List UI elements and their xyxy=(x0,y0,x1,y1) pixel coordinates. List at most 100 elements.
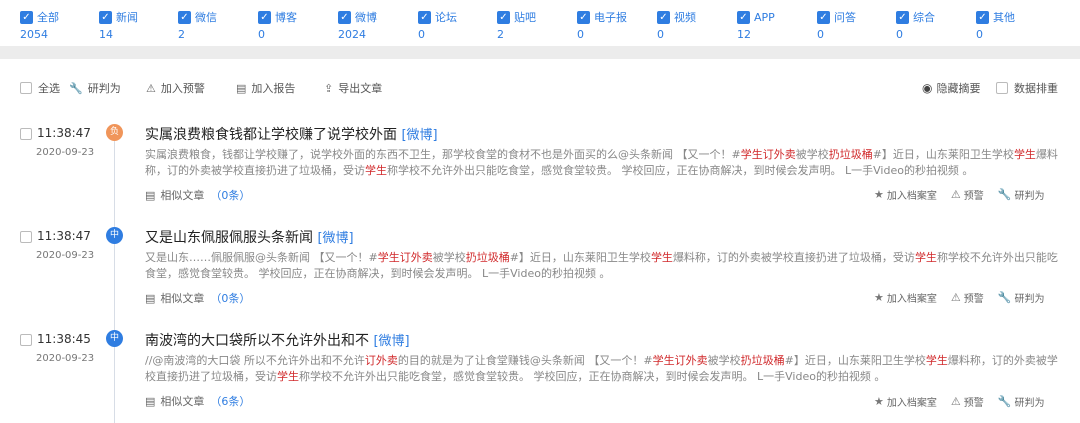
add-warning-label: 加入预警 xyxy=(160,82,205,95)
add-archive-button[interactable]: ★ 加入档案室 xyxy=(874,290,937,305)
check-icon[interactable]: ✓ xyxy=(976,10,989,24)
snippet-text: #】近日，山东莱阳卫生学校 xyxy=(509,251,651,264)
snippet-keyword: 学生订外卖 xyxy=(740,148,796,161)
select-all[interactable]: 全选 xyxy=(20,80,60,96)
wrench-icon: 🔧 xyxy=(997,395,1012,408)
filter-9[interactable]: ✓ APP 12 xyxy=(737,10,815,41)
snippet-keyword: 扔垃圾桶 xyxy=(465,251,510,264)
judge-button[interactable]: 🔧 研判为 xyxy=(998,187,1045,202)
report-icon: ▤ xyxy=(236,81,247,95)
data-dedup-checkbox[interactable] xyxy=(996,82,1008,94)
article-date: 2020-09-23 xyxy=(36,353,95,364)
article-checkbox[interactable] xyxy=(20,128,32,140)
add-report-button[interactable]: ▤ 加入报告 xyxy=(236,80,295,96)
check-icon[interactable]: ✓ xyxy=(577,10,590,24)
article-source[interactable]: [微博] xyxy=(401,128,437,143)
sentiment-badge: 中 xyxy=(106,330,123,347)
filter-count: 0 xyxy=(976,28,983,41)
judge-label: 研判为 xyxy=(1014,191,1045,202)
article-actions: ★ 加入档案室 ⚠ 预警 🔧 研判为 xyxy=(874,394,1058,409)
filter-count: 0 xyxy=(817,28,824,41)
check-icon[interactable]: ✓ xyxy=(497,10,510,24)
similar-articles-link[interactable]: ▤ 相似文章 （0条） xyxy=(145,290,250,306)
snippet-text: 被学校 xyxy=(707,354,741,367)
export-icon: ⇪ xyxy=(324,81,334,95)
select-all-checkbox[interactable] xyxy=(20,82,32,94)
article-snippet: 又是山东……佩服佩服@头条新闻 【又一个！#学生订外卖被学校扔垃圾桶#】近日，山… xyxy=(145,250,1060,282)
similar-articles-link[interactable]: ▤ 相似文章 （6条） xyxy=(145,393,250,409)
check-icon[interactable]: ✓ xyxy=(258,10,271,24)
article-title-link[interactable]: 又是山东佩服佩服头条新闻 [微博] xyxy=(145,227,354,247)
filter-11[interactable]: ✓ 综合 0 xyxy=(896,10,974,41)
snippet-text: #】近日，山东莱阳卫生学校 xyxy=(784,354,926,367)
add-archive-button[interactable]: ★ 加入档案室 xyxy=(874,187,937,202)
hide-summary-toggle[interactable]: ◉ 隐藏摘要 xyxy=(922,80,980,96)
filter-6[interactable]: ✓ 贴吧 2 xyxy=(497,10,575,41)
article-source[interactable]: [微博] xyxy=(373,334,409,349)
article-time: 11:38:45 xyxy=(37,332,91,346)
snippet-keyword: 学生 xyxy=(277,370,299,383)
snippet-keyword: 学生 xyxy=(365,164,387,177)
judge-button[interactable]: 🔧 研判为 xyxy=(998,394,1045,409)
filter-2[interactable]: ✓ 微信 2 xyxy=(178,10,256,41)
article-title-link[interactable]: 实属浪费粮食钱都让学校赚了说学校外面 [微博] xyxy=(145,124,438,144)
warning-button[interactable]: ⚠ 预警 xyxy=(951,187,984,202)
star-icon: ★ xyxy=(874,188,884,201)
filter-label: 贴吧 xyxy=(514,11,536,24)
article-checkbox[interactable] xyxy=(20,231,32,243)
filter-label: 博客 xyxy=(275,11,297,24)
article-source[interactable]: [微博] xyxy=(317,231,353,246)
filter-count: 2024 xyxy=(338,28,366,41)
check-icon[interactable]: ✓ xyxy=(20,10,33,24)
filter-7[interactable]: ✓ 电子报 0 xyxy=(577,10,655,41)
check-icon[interactable]: ✓ xyxy=(737,10,750,24)
filter-label: 其他 xyxy=(993,11,1015,24)
article-snippet: 实属浪费粮食，钱都让学校赚了，说学校外面的东西不卫生，那学校食堂的食材不也是外面… xyxy=(145,147,1060,179)
similar-count[interactable]: （0条） xyxy=(210,187,250,203)
similar-articles-link[interactable]: ▤ 相似文章 （0条） xyxy=(145,187,250,203)
judge-label: 研判为 xyxy=(87,82,121,95)
filter-0[interactable]: ✓ 全部 2054 xyxy=(20,10,98,41)
article-time: 11:38:47 xyxy=(37,229,91,243)
warning-button[interactable]: ⚠ 预警 xyxy=(951,290,984,305)
wrench-icon: 🔧 xyxy=(997,291,1012,304)
article-actions: ★ 加入档案室 ⚠ 预警 🔧 研判为 xyxy=(874,290,1058,305)
article-title: 又是山东佩服佩服头条新闻 xyxy=(145,230,313,246)
filter-8[interactable]: ✓ 视频 0 xyxy=(657,10,735,41)
export-button[interactable]: ⇪ 导出文章 xyxy=(324,80,382,96)
filter-label: 视频 xyxy=(674,11,696,24)
filter-count: 0 xyxy=(577,28,584,41)
check-icon[interactable]: ✓ xyxy=(338,10,351,24)
filter-1[interactable]: ✓ 新闻 14 xyxy=(99,10,177,41)
judge-label: 研判为 xyxy=(1014,294,1045,305)
timeline-line xyxy=(114,128,115,423)
judge-button[interactable]: 🔧 研判为 xyxy=(998,290,1045,305)
filter-10[interactable]: ✓ 问答 0 xyxy=(817,10,895,41)
check-icon[interactable]: ✓ xyxy=(896,10,909,24)
snippet-keyword: 扔垃圾桶 xyxy=(828,148,873,161)
check-icon[interactable]: ✓ xyxy=(817,10,830,24)
filter-3[interactable]: ✓ 博客 0 xyxy=(258,10,336,41)
check-icon[interactable]: ✓ xyxy=(418,10,431,24)
article-title-link[interactable]: 南波湾的大口袋所以不允许外出和不 [微博] xyxy=(145,330,410,350)
warning-button[interactable]: ⚠ 预警 xyxy=(951,394,984,409)
filter-count: 14 xyxy=(99,28,113,41)
data-dedup[interactable]: 数据排重 xyxy=(996,80,1058,96)
filter-12[interactable]: ✓ 其他 0 xyxy=(976,10,1054,41)
similar-count[interactable]: （0条） xyxy=(210,290,250,306)
filter-4[interactable]: ✓ 微博 2024 xyxy=(338,10,416,41)
check-icon[interactable]: ✓ xyxy=(178,10,191,24)
article-checkbox[interactable] xyxy=(20,334,32,346)
filter-label: 综合 xyxy=(913,11,935,24)
snippet-text: 称学校不允许外出只能吃食堂，感觉食堂较贵。 学校回应，正在协商解决，到时候会发声… xyxy=(299,370,886,383)
add-archive-button[interactable]: ★ 加入档案室 xyxy=(874,394,937,409)
filter-count: 2 xyxy=(497,28,504,41)
check-icon[interactable]: ✓ xyxy=(657,10,670,24)
filter-5[interactable]: ✓ 论坛 0 xyxy=(418,10,496,41)
data-dedup-label: 数据排重 xyxy=(1014,82,1058,95)
bell-icon: ⚠ xyxy=(950,291,961,304)
add-warning-button[interactable]: ⚠ 加入预警 xyxy=(146,80,205,96)
check-icon[interactable]: ✓ xyxy=(99,10,112,24)
judge-button[interactable]: 🔧 研判为 xyxy=(69,80,121,96)
similar-count[interactable]: （6条） xyxy=(210,393,250,409)
